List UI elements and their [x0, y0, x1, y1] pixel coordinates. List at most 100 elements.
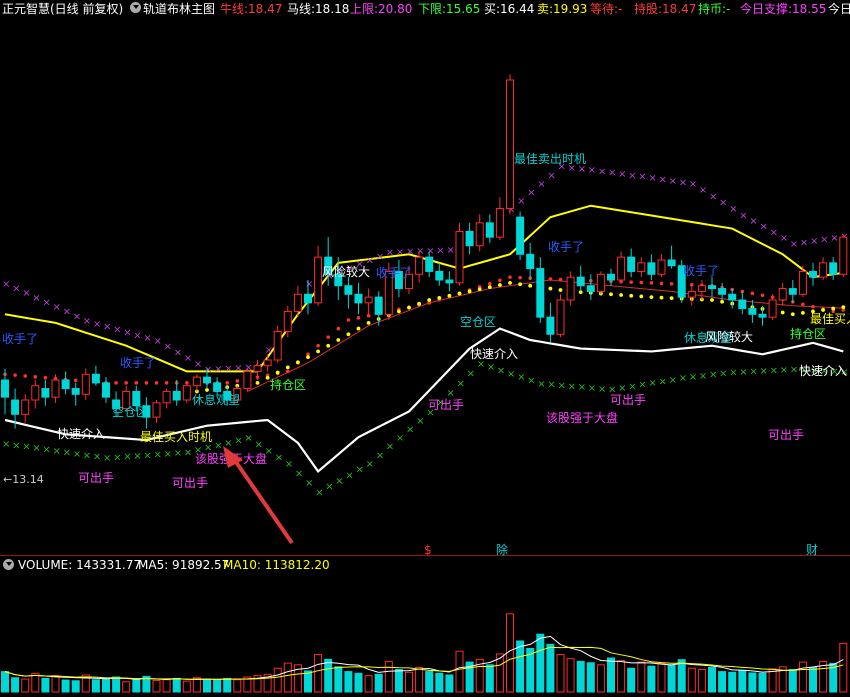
support-x-marker: ×	[396, 433, 404, 444]
candle	[51, 374, 60, 403]
candle	[647, 254, 656, 280]
resistance-dot	[639, 280, 644, 285]
volume-bar	[11, 677, 20, 693]
support-x-marker: ×	[224, 438, 232, 449]
pointer-arrow-shaft	[234, 460, 294, 545]
resistance-x-marker: ×	[669, 176, 677, 187]
support-x-marker: ×	[143, 450, 151, 461]
candle-body	[374, 296, 383, 315]
volume-bar	[102, 677, 110, 693]
resistance-x-marker: ×	[376, 251, 384, 262]
volume-bar	[596, 664, 605, 693]
signal-annotation: 快速介入	[57, 427, 105, 441]
support-dot	[417, 301, 421, 306]
candle	[586, 274, 595, 300]
candle	[81, 368, 90, 400]
resistance-dot	[154, 381, 159, 385]
support-dot	[205, 388, 209, 392]
candle	[748, 300, 757, 323]
resistance-dot	[316, 343, 320, 348]
candle-body	[627, 256, 636, 272]
volume-bar	[617, 660, 626, 693]
support-x-marker: ×	[335, 476, 343, 487]
support-x-marker: ×	[416, 416, 424, 427]
volume-bar	[738, 669, 747, 693]
resistance-dot	[750, 291, 755, 296]
candle-body	[819, 262, 828, 278]
volume-bar	[122, 681, 131, 693]
support-x-marker: ×	[12, 440, 20, 451]
support-x-marker: ×	[729, 367, 737, 378]
resistance-x-marker: ×	[22, 288, 30, 299]
candle-body	[809, 270, 817, 278]
support-x-marker: ×	[103, 453, 111, 464]
resistance-dot	[225, 381, 229, 385]
candle-body	[11, 399, 20, 415]
candle-body	[839, 236, 848, 275]
resistance-x-marker: ×	[810, 236, 818, 247]
candle	[475, 214, 484, 252]
candle	[344, 277, 353, 309]
resistance-x-marker: ×	[194, 359, 202, 370]
support-x-marker: ×	[628, 381, 636, 392]
signal-annotation: 最佳卖出时机	[514, 152, 586, 166]
resistance-dot	[124, 381, 128, 385]
signal-annotation: 快速介入	[470, 347, 518, 361]
candle-body	[667, 259, 676, 267]
volume-bar	[1, 671, 9, 693]
resistance-x-marker: ×	[406, 247, 414, 258]
support-x-marker: ×	[739, 367, 747, 378]
support-x-marker: ×	[244, 433, 252, 444]
candle-body	[213, 382, 222, 392]
main-chart[interactable]: × × × × × × × × × × × × × × × × × × × × × × × × × × × × × × × × × × × × × × × ×…	[0, 0, 850, 697]
candle-body	[516, 216, 525, 255]
support-x-marker: ×	[174, 448, 182, 459]
candle	[243, 368, 252, 392]
candle-body	[192, 376, 201, 387]
support-x-marker: ×	[376, 450, 384, 461]
candle	[465, 222, 474, 255]
candle-body	[687, 290, 696, 298]
event-marker: 除	[496, 542, 508, 557]
support-x-marker: ×	[83, 450, 91, 461]
signal-annotation: 收手了	[120, 356, 156, 370]
resistance-x-marker: ×	[739, 210, 747, 221]
volume-bar	[768, 668, 777, 693]
candle	[435, 262, 444, 286]
volume-bar	[415, 667, 424, 693]
candle-body	[364, 296, 373, 304]
volume-bar	[31, 672, 40, 693]
candle-body	[1, 379, 9, 398]
volume-menu-icon[interactable]	[3, 559, 14, 570]
candle	[708, 277, 716, 298]
volume-ma5-line	[4, 635, 844, 680]
resistance-dot	[498, 278, 502, 283]
candle	[718, 282, 727, 300]
candle-body	[495, 208, 504, 238]
support-x-marker: ×	[638, 380, 646, 391]
volume-bar	[334, 666, 343, 693]
candle	[41, 380, 50, 406]
volume-bar	[485, 664, 494, 693]
resistance-x-marker: ×	[820, 235, 828, 246]
candle	[273, 325, 282, 363]
support-x-marker: ×	[295, 468, 303, 479]
support-x-marker: ×	[487, 362, 495, 373]
resistance-x-marker: ×	[719, 198, 727, 209]
support-x-marker: ×	[386, 442, 394, 453]
event-marker: 财	[806, 543, 818, 557]
support-x-marker: ×	[558, 380, 566, 391]
resistance-x-marker: ×	[709, 191, 717, 202]
candle-body	[758, 313, 767, 318]
candle	[102, 377, 110, 403]
resistance-x-marker: ×	[800, 237, 808, 248]
candle	[566, 271, 575, 306]
volume-bar	[637, 661, 646, 693]
volume-bar	[516, 640, 525, 693]
support-dot	[518, 282, 522, 287]
volume-bar	[21, 678, 30, 693]
support-dot	[629, 293, 634, 298]
resistance-dot	[43, 375, 48, 380]
candle-body	[253, 365, 262, 372]
resistance-x-marker: ×	[729, 204, 737, 215]
